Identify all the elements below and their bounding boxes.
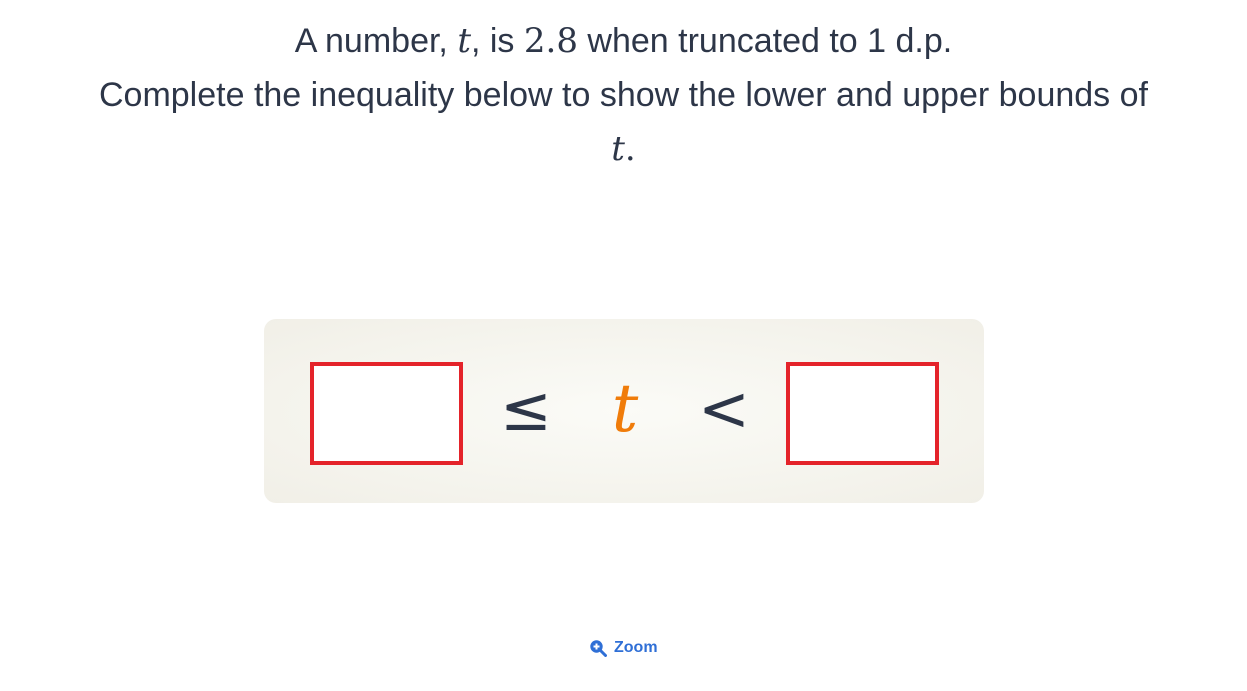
inequality-panel: ≤ t < bbox=[264, 319, 984, 503]
less-than-or-equal-symbol: ≤ bbox=[500, 372, 552, 445]
question-line-2: Complete the inequality below to show th… bbox=[98, 76, 1148, 114]
variable-t: t bbox=[611, 129, 625, 169]
question-line-3: t. bbox=[611, 129, 636, 169]
less-than-symbol: < bbox=[698, 372, 750, 445]
question-line-1: A number, t, is 2.8 when truncated to 1 … bbox=[294, 21, 953, 61]
upper-bound-input[interactable] bbox=[786, 362, 939, 465]
lower-bound-input[interactable] bbox=[310, 362, 463, 465]
inequality-variable-t: t bbox=[611, 370, 639, 447]
zoom-in-icon bbox=[589, 639, 607, 657]
zoom-label: Zoom bbox=[614, 639, 658, 656]
zoom-button[interactable]: Zoom bbox=[589, 636, 658, 660]
variable-t: t bbox=[457, 21, 471, 61]
question-text: A number, t, is 2.8 when truncated to 1 … bbox=[0, 14, 1247, 176]
given-value: 2.8 bbox=[523, 21, 578, 61]
